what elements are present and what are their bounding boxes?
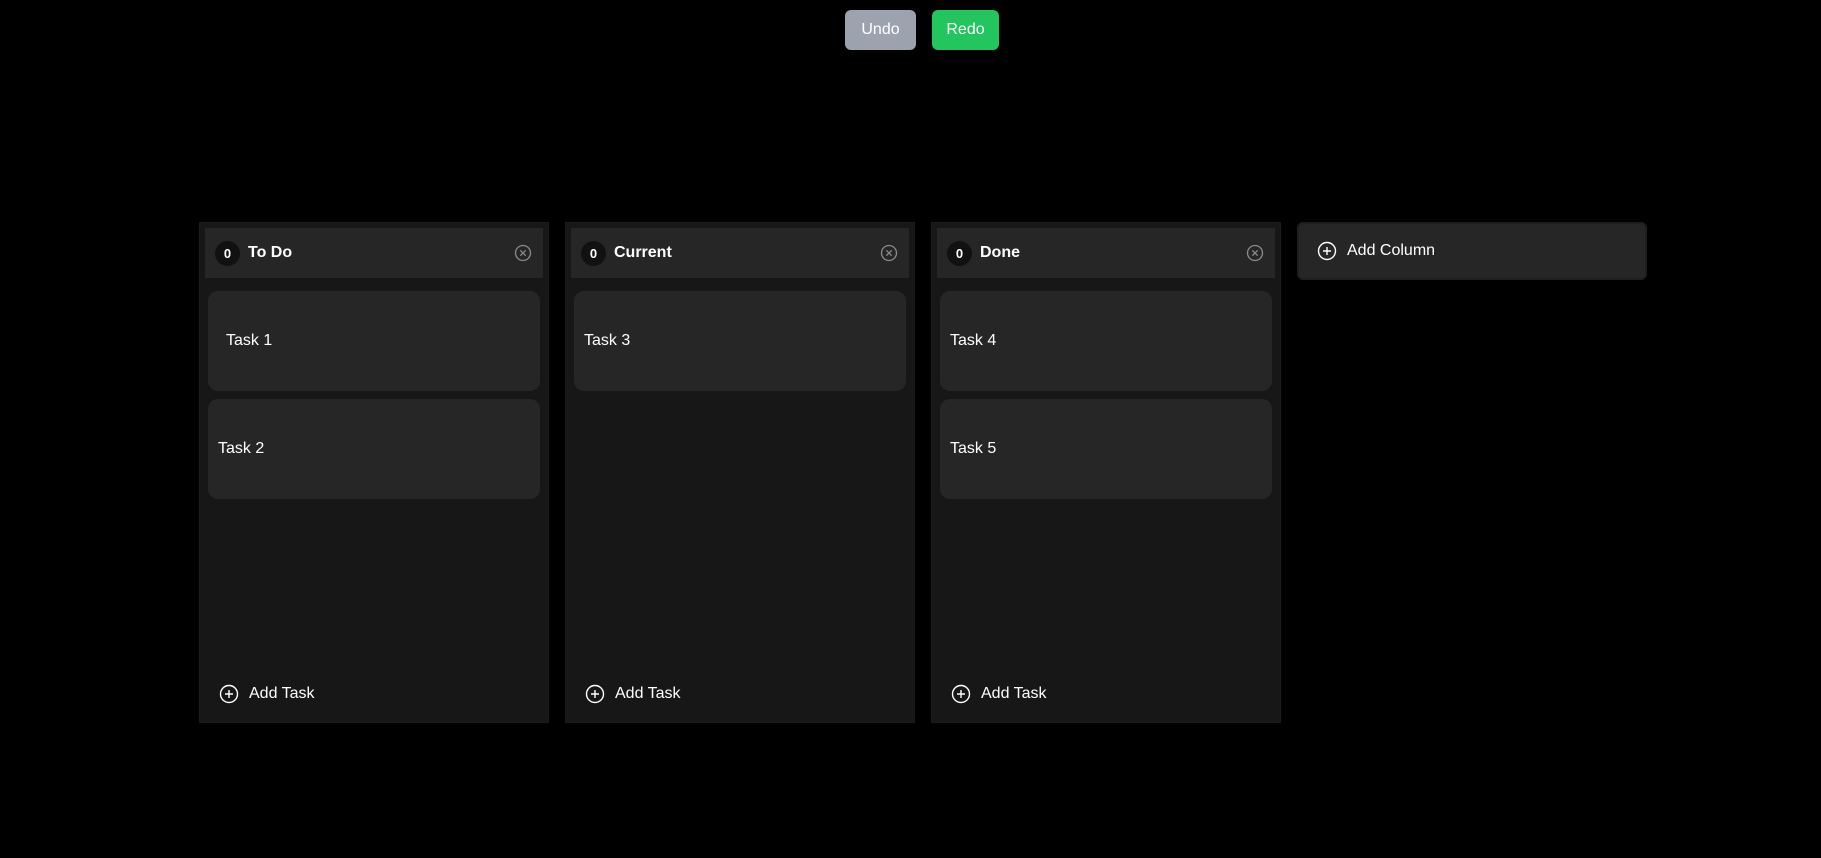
task-count-badge: 0 [947, 240, 972, 266]
column-title[interactable]: To Do [248, 244, 513, 262]
task-card[interactable]: Task 4 [940, 291, 1272, 391]
close-circle-icon[interactable] [513, 243, 533, 263]
kanban-board: 0 To Do Task 1 Task 2 Add Task 0 Current… [199, 222, 1647, 723]
toolbar: Undo Redo [845, 10, 999, 50]
column-done: 0 Done Task 4 Task 5 Add Task [931, 222, 1281, 723]
add-task-label: Add Task [249, 685, 315, 702]
add-task-label: Add Task [615, 685, 681, 702]
column-current: 0 Current Task 3 Add Task [565, 222, 915, 723]
column-title[interactable]: Done [980, 244, 1245, 262]
task-list: Task 4 Task 5 [940, 291, 1272, 499]
plus-circle-icon [219, 684, 239, 704]
column-header[interactable]: 0 Done [937, 228, 1275, 278]
task-list: Task 1 Task 2 [208, 291, 540, 499]
task-card[interactable]: Task 5 [940, 399, 1272, 499]
task-count-badge: 0 [581, 240, 606, 266]
task-card[interactable]: Task 3 [574, 291, 906, 391]
add-task-button[interactable]: Add Task [219, 684, 315, 704]
add-task-button[interactable]: Add Task [585, 684, 681, 704]
task-count-badge: 0 [215, 240, 240, 266]
column-header[interactable]: 0 To Do [205, 228, 543, 278]
add-task-label: Add Task [981, 685, 1047, 702]
plus-circle-icon [951, 684, 971, 704]
add-column-button[interactable]: Add Column [1297, 222, 1647, 280]
task-list: Task 3 [574, 291, 906, 391]
column-todo: 0 To Do Task 1 Task 2 Add Task [199, 222, 549, 723]
redo-button[interactable]: Redo [932, 10, 999, 50]
add-column-label: Add Column [1347, 242, 1436, 259]
column-header[interactable]: 0 Current [571, 228, 909, 278]
task-card[interactable]: Task 1 [208, 291, 540, 391]
add-task-button[interactable]: Add Task [951, 684, 1047, 704]
close-circle-icon[interactable] [1245, 243, 1265, 263]
close-circle-icon[interactable] [879, 243, 899, 263]
plus-circle-icon [585, 684, 605, 704]
column-title[interactable]: Current [614, 244, 879, 262]
task-card[interactable]: Task 2 [208, 399, 540, 499]
kanban-app: Undo Redo 0 To Do Task 1 Task 2 Add Task [0, 0, 1821, 858]
undo-button[interactable]: Undo [845, 10, 916, 50]
plus-circle-icon [1317, 241, 1337, 261]
